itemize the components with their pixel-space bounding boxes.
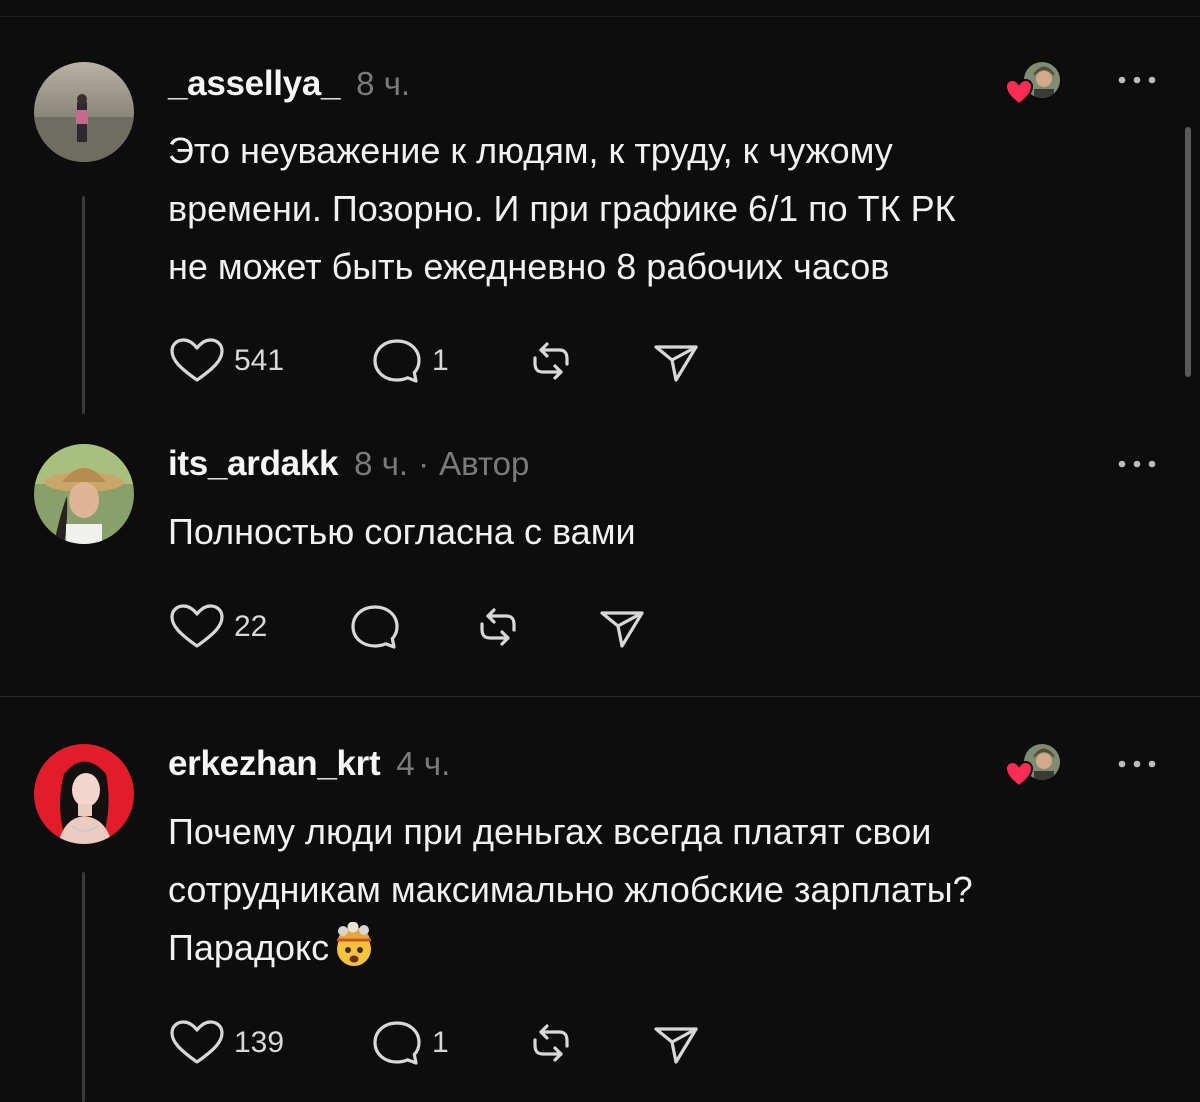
comment-line-with-emoji: Парадокс bbox=[168, 919, 973, 977]
share-button[interactable] bbox=[596, 602, 648, 652]
separator-dot: · bbox=[418, 445, 430, 482]
more-dots-icon[interactable] bbox=[1114, 454, 1160, 474]
reply-count: 1 bbox=[432, 1026, 449, 1059]
thread-divider bbox=[0, 696, 1200, 697]
comment-line: Это неуважение к людям, к труду, к чужом… bbox=[168, 130, 893, 171]
heart-outline-icon bbox=[170, 338, 224, 382]
author-badge: Автор bbox=[439, 445, 530, 482]
heart-outline-icon bbox=[170, 1020, 224, 1064]
share-button[interactable] bbox=[650, 1018, 702, 1068]
comment-line: Почему люди при деньгах всегда платят св… bbox=[168, 811, 932, 852]
comment-text: Это неуважение к людям, к труду, к чужом… bbox=[168, 122, 956, 296]
liked-by-author-indicator bbox=[1004, 60, 1068, 120]
reply-button[interactable] bbox=[348, 602, 402, 652]
comment-line: сотрудникам максимально жлобские зарплат… bbox=[168, 869, 973, 910]
comment-header: _assellya_ 8 ч. bbox=[168, 64, 410, 108]
paper-plane-icon bbox=[654, 1027, 698, 1064]
repost-button[interactable] bbox=[472, 602, 524, 652]
avatar[interactable] bbox=[34, 444, 134, 544]
liked-by-author-indicator bbox=[1004, 742, 1068, 802]
like-button[interactable]: 541 bbox=[168, 336, 284, 386]
comment-header: erkezhan_krt 4 ч. bbox=[168, 744, 450, 788]
comment-line: Парадокс bbox=[168, 927, 330, 968]
comment-line: времени. Позорно. И при графике 6/1 по Т… bbox=[168, 188, 956, 229]
comment-line: Полностью согласна с вами bbox=[168, 511, 636, 552]
speech-bubble-icon bbox=[351, 605, 399, 649]
speech-bubble-icon bbox=[373, 1021, 421, 1065]
timestamp: 4 ч. bbox=[396, 745, 451, 782]
paper-plane-icon bbox=[600, 611, 644, 648]
comment-text: Почему люди при деньгах всегда платят св… bbox=[168, 803, 973, 977]
repost-arrows-icon bbox=[533, 342, 569, 380]
exploding-head-emoji bbox=[337, 922, 372, 966]
repost-arrows-icon bbox=[533, 1024, 569, 1062]
repost-button[interactable] bbox=[525, 1018, 577, 1068]
like-button[interactable]: 139 bbox=[168, 1018, 284, 1068]
scrollbar[interactable] bbox=[1185, 127, 1191, 377]
avatar[interactable] bbox=[34, 62, 134, 162]
threads-comment-list: _assellya_ 8 ч. Это неуважение к людям, … bbox=[0, 0, 1200, 1102]
timestamp: 8 ч. bbox=[356, 65, 411, 102]
paper-plane-icon bbox=[654, 345, 698, 382]
action-bar: 541 1 bbox=[168, 336, 708, 386]
reply-button[interactable]: 1 bbox=[370, 1018, 449, 1068]
like-count: 22 bbox=[234, 610, 268, 643]
like-button[interactable]: 22 bbox=[168, 602, 267, 652]
timestamp: 8 ч. bbox=[354, 445, 409, 482]
heart-badge-icon bbox=[1004, 760, 1034, 788]
more-dots-icon[interactable] bbox=[1114, 754, 1160, 774]
heart-outline-icon bbox=[170, 604, 224, 648]
username[interactable]: its_ardakk bbox=[168, 444, 338, 484]
action-bar: 22 bbox=[168, 602, 648, 652]
avatar[interactable] bbox=[34, 744, 134, 844]
more-dots-icon[interactable] bbox=[1114, 70, 1160, 90]
comment-line: не может быть ежедневно 8 рабочих часов bbox=[168, 246, 890, 287]
reply-button[interactable]: 1 bbox=[370, 336, 449, 386]
thread-line bbox=[82, 872, 85, 1102]
comment-text: Полностью согласна с вами bbox=[168, 503, 636, 561]
thread-line bbox=[82, 196, 85, 414]
like-count: 139 bbox=[234, 1026, 285, 1059]
heart-badge-icon bbox=[1004, 78, 1034, 106]
reply-count: 1 bbox=[432, 344, 449, 377]
username[interactable]: _assellya_ bbox=[168, 64, 340, 104]
speech-bubble-icon bbox=[373, 339, 421, 383]
comment-header: its_ardakk 8 ч. · Автор bbox=[168, 444, 529, 488]
repost-button[interactable] bbox=[525, 336, 577, 386]
top-divider bbox=[0, 16, 1200, 17]
username[interactable]: erkezhan_krt bbox=[168, 744, 381, 784]
repost-arrows-icon bbox=[480, 608, 516, 646]
share-button[interactable] bbox=[650, 336, 702, 386]
like-count: 541 bbox=[234, 344, 285, 377]
action-bar: 139 1 bbox=[168, 1018, 708, 1068]
